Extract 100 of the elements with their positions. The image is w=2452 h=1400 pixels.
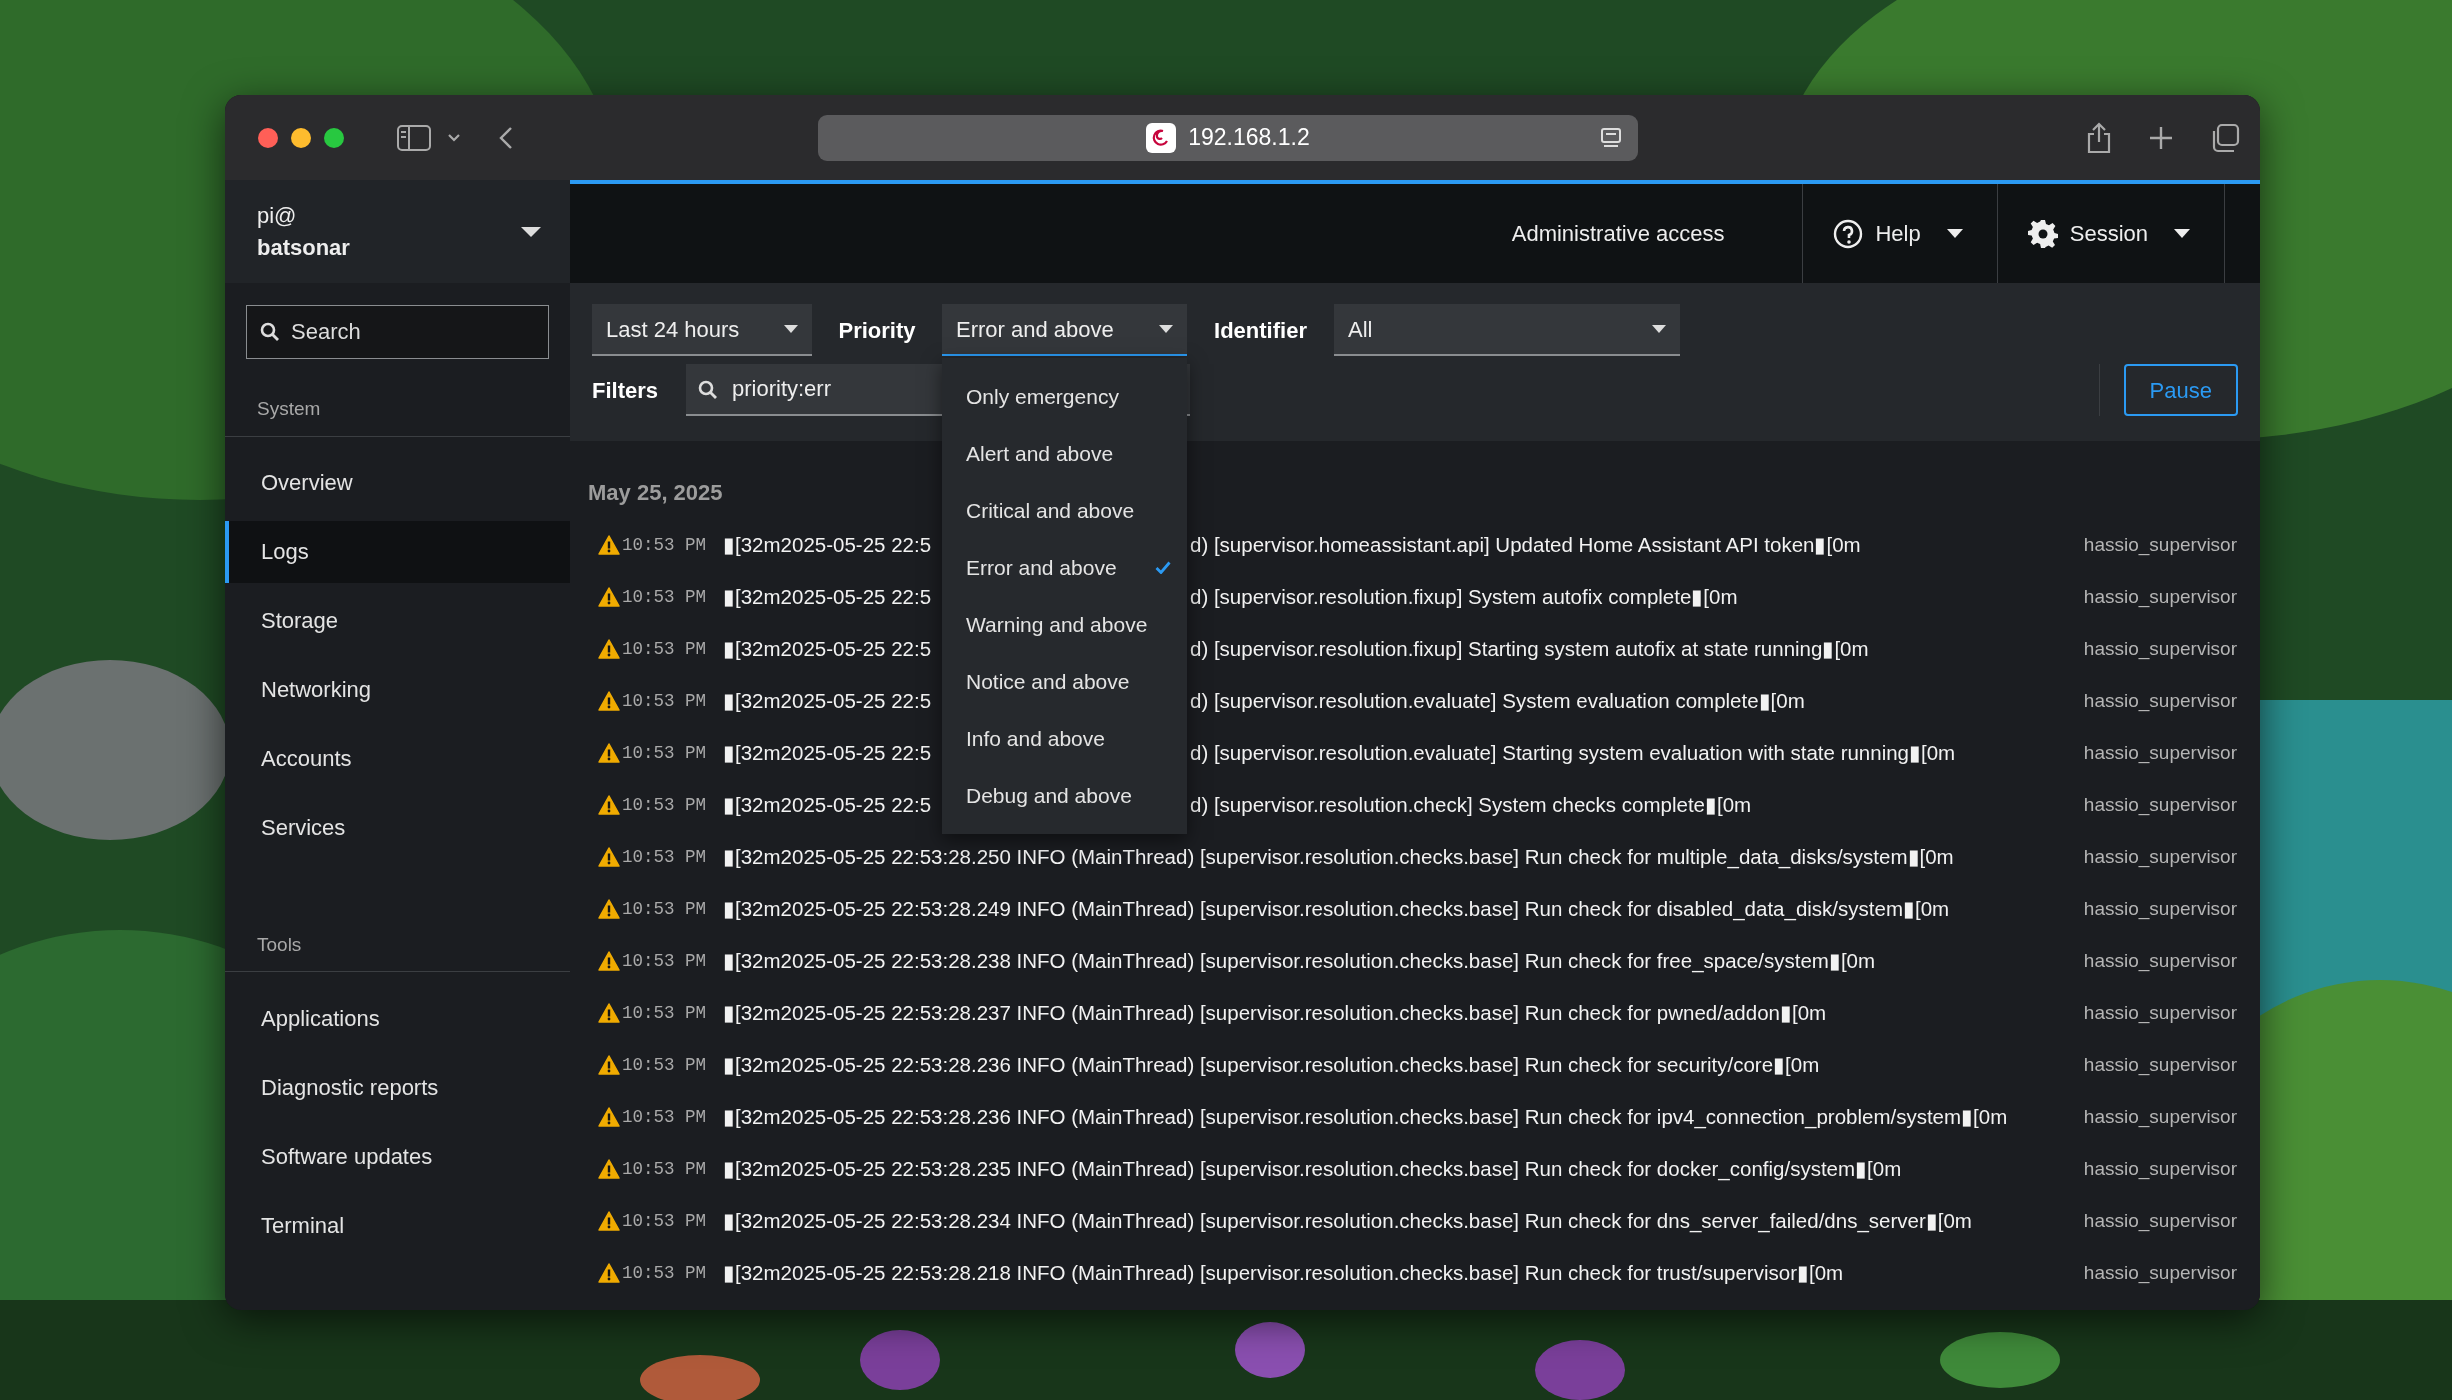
log-time: 10:53 PM bbox=[621, 533, 707, 557]
log-identifier: hassio_supervisor bbox=[2083, 1156, 2237, 1182]
priority-select[interactable]: Error and above bbox=[942, 304, 1187, 356]
log-message: ▮[32m2025-05-25 22:53:28.249 INFO (MainThread) [supervisor.resolution.checks.base] Run check for disabled_data_disk/system▮[0m bbox=[723, 895, 1950, 923]
menu-item[interactable]: Debug and above bbox=[942, 767, 1187, 824]
log-time: 10:53 PM bbox=[621, 1261, 707, 1285]
nav-item[interactable]: Software updates bbox=[225, 1125, 570, 1187]
log-message: ▮[32m2025-05-25 22:53:28.236 INFO (MainThread) [supervisor.resolution.checks.base] Run check for security/core▮[0m bbox=[723, 1051, 1820, 1078]
log-time: 10:53 PM bbox=[621, 845, 707, 869]
warning-icon bbox=[598, 639, 620, 659]
log-time: 10:53 PM bbox=[621, 1053, 707, 1077]
nav-item[interactable]: Overview bbox=[225, 451, 570, 514]
sidebar-icon[interactable] bbox=[397, 124, 431, 151]
warning-icon bbox=[598, 1003, 620, 1023]
section-heading: System bbox=[257, 398, 321, 419]
log-identifier: hassio_supervisor bbox=[2083, 1208, 2237, 1234]
caret-icon bbox=[1159, 325, 1173, 333]
share-icon[interactable] bbox=[2086, 121, 2112, 154]
tabs-icon[interactable] bbox=[2210, 122, 2240, 153]
menu-item[interactable]: Critical and above bbox=[942, 482, 1187, 539]
log-message: ▮[32m2025-05-25 22:53:28.250 INFO (MainThread) [supervisor.resolution.checks.base] Run check for multiple_data_disks/system▮[0m bbox=[723, 843, 1954, 871]
nav-item[interactable]: Diagnostic reports bbox=[225, 1056, 570, 1118]
log-identifier: hassio_supervisor bbox=[2083, 1052, 2237, 1078]
close-button[interactable] bbox=[258, 127, 278, 148]
plus-icon[interactable] bbox=[2148, 124, 2174, 151]
log-time: 10:53 PM bbox=[621, 949, 707, 973]
nav-item[interactable]: Services bbox=[225, 796, 570, 859]
log-identifier: hassio_supervisor bbox=[2083, 896, 2237, 922]
warning-icon bbox=[598, 899, 620, 919]
log-message: ▮[32m2025-05-25 22:53:28.236 INFO (MainThread) [supervisor.resolution.checks.base] Run check for ipv4_connection_problem/system▮[0m bbox=[723, 1103, 2008, 1131]
pause-button[interactable]: Pause bbox=[2123, 364, 2238, 416]
reader-icon[interactable] bbox=[1600, 126, 1622, 149]
nav-item[interactable]: Logs bbox=[225, 520, 570, 583]
priority-label: Priority bbox=[837, 316, 917, 345]
identifier-label: Identifier bbox=[1213, 316, 1308, 345]
log-identifier: hassio_supervisor bbox=[2083, 844, 2237, 870]
date-heading: May 25, 2025 bbox=[588, 478, 723, 507]
zoom-button[interactable] bbox=[324, 127, 344, 148]
log-identifier: hassio_supervisor bbox=[2083, 792, 2237, 818]
host-switcher[interactable]: pi@ batsonar bbox=[225, 180, 570, 283]
menu-item[interactable]: Warning and above bbox=[942, 596, 1187, 653]
help-icon bbox=[1833, 218, 1864, 249]
log-message: ▮[32m2025-05-25 22:53:28.235 INFO (MainThread) [supervisor.resolution.checks.base] Run check for docker_config/system▮[0m bbox=[723, 1155, 1902, 1183]
log-identifier: hassio_supervisor bbox=[2083, 1000, 2237, 1026]
log-message: ▮[32m2025-05-25 22:5 bbox=[723, 791, 933, 818]
log-message: ▮[32m2025-05-25 22:53:28.238 INFO (MainThread) [supervisor.resolution.checks.base] Run check for free_space/system▮[0m bbox=[723, 947, 1876, 975]
log-message: ▮[32m2025-05-25 22:5 bbox=[723, 583, 933, 610]
nav-item[interactable]: Applications bbox=[225, 987, 570, 1049]
warning-icon bbox=[598, 587, 620, 607]
warning-icon bbox=[598, 1107, 620, 1127]
log-message: d) [supervisor.homeassistant.api] Updated Home Assistant API token▮[0m bbox=[1190, 532, 1861, 556]
log-message: d) [supervisor.resolution.evaluate] Starting system evaluation with state running▮[0m bbox=[1190, 740, 1956, 764]
address-text: 192.168.1.2 bbox=[1188, 123, 1310, 153]
nav-item[interactable]: Terminal bbox=[225, 1194, 570, 1256]
chevron-down-icon[interactable] bbox=[447, 132, 461, 143]
log-time: 10:53 PM bbox=[621, 1001, 707, 1025]
log-message: ▮[32m2025-05-25 22:53:28.234 INFO (MainThread) [supervisor.resolution.checks.base] Run check for dns_server_failed/dns_server▮[0m bbox=[723, 1207, 1972, 1235]
nav-item[interactable]: Networking bbox=[225, 658, 570, 721]
log-message: ▮[32m2025-05-25 22:53:28.237 INFO (MainThread) [supervisor.resolution.checks.base] Run check for pwned/addon▮[0m bbox=[723, 999, 1827, 1026]
back-icon[interactable] bbox=[499, 125, 513, 150]
log-identifier: hassio_supervisor bbox=[2083, 948, 2237, 974]
log-message: d) [supervisor.resolution.check] System checks complete▮[0m bbox=[1190, 792, 1752, 816]
nav-item[interactable]: Accounts bbox=[225, 727, 570, 790]
menu-item[interactable]: Error and above bbox=[942, 539, 1187, 596]
minimize-button[interactable] bbox=[291, 127, 311, 148]
warning-icon bbox=[598, 1159, 620, 1179]
caret-icon bbox=[2174, 229, 2190, 238]
search-field[interactable]: Search bbox=[246, 305, 549, 359]
log-time: 10:53 PM bbox=[621, 637, 707, 661]
menu-item[interactable]: Notice and above bbox=[942, 653, 1187, 710]
caret-icon bbox=[520, 225, 542, 238]
warning-icon bbox=[598, 1211, 620, 1231]
filters-label: Filters bbox=[592, 376, 660, 405]
log-identifier: hassio_supervisor bbox=[2083, 584, 2237, 610]
log-message: ▮[32m2025-05-25 22:5 bbox=[723, 635, 933, 662]
section-heading: Tools bbox=[257, 933, 302, 955]
warning-icon bbox=[598, 691, 620, 711]
log-message: ▮[32m2025-05-25 22:53:28.218 INFO (MainThread) [supervisor.resolution.checks.base] Run check for trust/supervisor▮[0m bbox=[723, 1259, 1844, 1286]
warning-icon bbox=[598, 951, 620, 971]
time-range-select[interactable]: Last 24 hours bbox=[592, 304, 812, 356]
caret-icon bbox=[1652, 325, 1666, 333]
warning-icon bbox=[598, 847, 620, 867]
log-time: 10:53 PM bbox=[621, 897, 707, 921]
address-bar[interactable]: 192.168.1.2 bbox=[818, 114, 1638, 161]
menu-item[interactable]: Alert and above bbox=[942, 425, 1187, 482]
log-time: 10:53 PM bbox=[621, 793, 707, 817]
nav-item[interactable]: Storage bbox=[225, 589, 570, 652]
caret-icon bbox=[784, 325, 798, 333]
menu-item[interactable]: Info and above bbox=[942, 710, 1187, 767]
log-message: d) [supervisor.resolution.evaluate] System evaluation complete▮[0m bbox=[1190, 688, 1805, 712]
swirl-icon bbox=[1146, 122, 1177, 153]
warning-icon bbox=[598, 1263, 620, 1283]
identifier-select[interactable]: All bbox=[1334, 304, 1680, 356]
log-time: 10:53 PM bbox=[621, 1157, 707, 1181]
administrative-access-link[interactable]: Administrative access bbox=[1511, 217, 1725, 250]
log-time: 10:53 PM bbox=[621, 1105, 707, 1129]
gear-icon bbox=[2027, 218, 2058, 249]
caret-icon bbox=[1946, 229, 1963, 238]
log-time: 10:53 PM bbox=[621, 1209, 707, 1233]
warning-icon bbox=[598, 1055, 620, 1075]
